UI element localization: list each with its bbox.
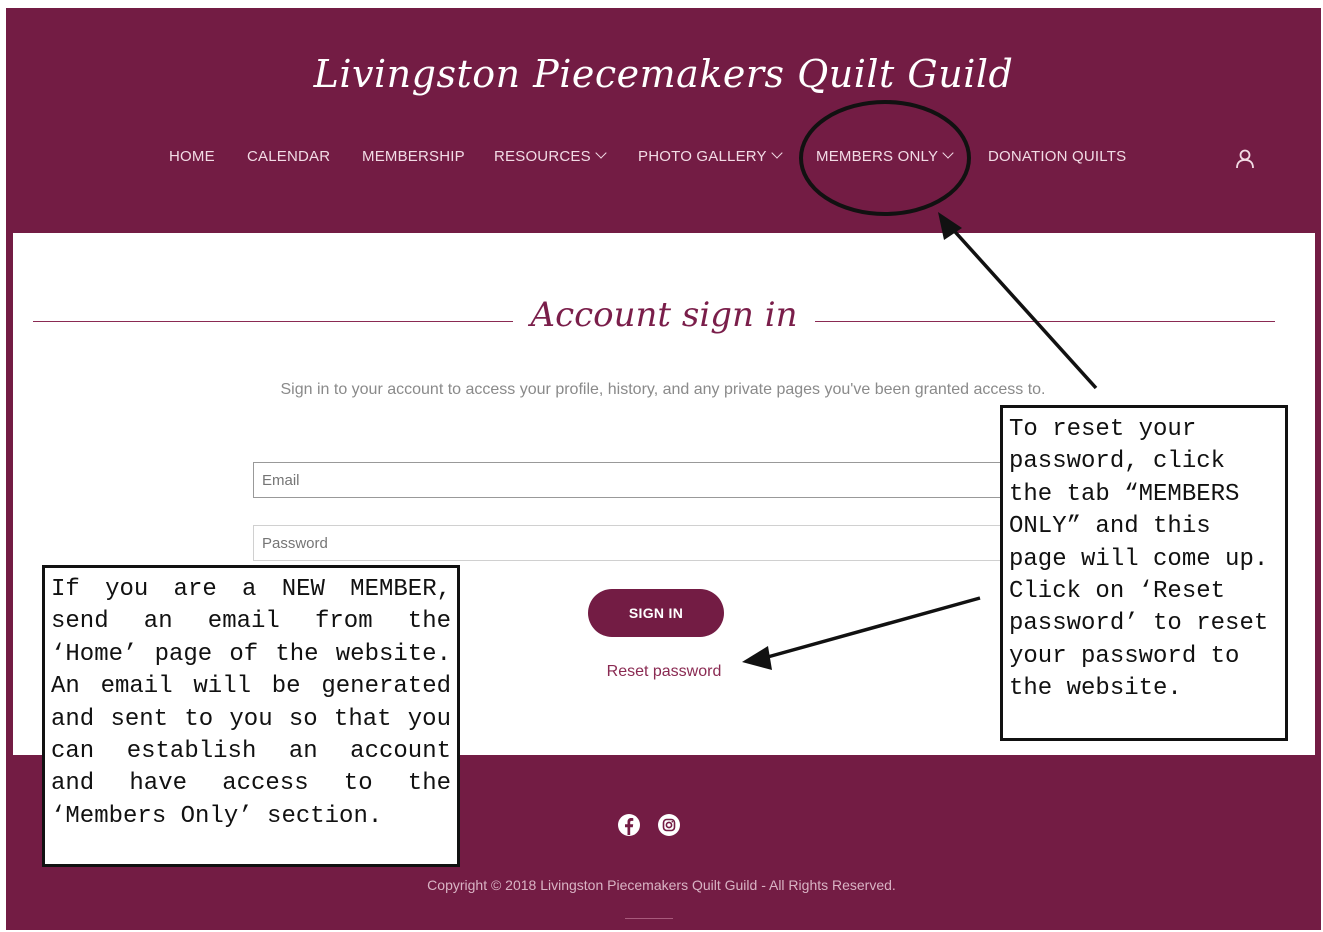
chevron-down-icon <box>771 147 783 159</box>
signin-intro: Sign in to your account to access your p… <box>280 381 1046 398</box>
sign-in-button[interactable]: SIGN IN <box>588 589 724 637</box>
nav-item-calendar[interactable]: CALENDAR <box>247 148 330 165</box>
page-title-text: Account sign in <box>512 295 816 335</box>
nav-label: MEMBERSHIP <box>362 148 465 165</box>
nav-item-membership[interactable]: MEMBERSHIP <box>362 148 465 165</box>
site-logo[interactable]: Livingston Piecemakers Quilt Guild <box>6 52 1321 96</box>
site-header: Livingston Piecemakers Quilt Guild HOME … <box>6 8 1321 233</box>
copyright-text: Copyright © 2018 Livingston Piecemakers … <box>427 877 896 893</box>
nav-label: PHOTO GALLERY <box>638 148 767 165</box>
password-field[interactable] <box>253 525 1013 561</box>
reset-password-label[interactable]: Reset password <box>607 663 722 680</box>
facebook-icon[interactable] <box>617 813 641 837</box>
nav-item-photo-gallery[interactable]: PHOTO GALLERY <box>638 147 783 165</box>
email-field[interactable] <box>253 462 1013 498</box>
nav-label: MEMBERS ONLY <box>816 148 939 165</box>
nav-item-home[interactable]: HOME <box>169 148 215 165</box>
nav-item-members-only[interactable]: MEMBERS ONLY <box>816 147 954 165</box>
reset-password-note: To reset your password, click the tab “M… <box>1000 405 1288 741</box>
nav-item-resources[interactable]: RESOURCES <box>494 147 607 165</box>
user-icon[interactable] <box>1234 148 1256 170</box>
nav-label: DONATION QUILTS <box>988 148 1127 165</box>
chevron-down-icon <box>942 147 954 159</box>
new-member-note: If you are a NEW MEMBER, send an email f… <box>42 565 460 867</box>
footer-divider <box>625 918 673 919</box>
main-nav: HOME CALENDAR MEMBERSHIP RESOURCES PHOTO… <box>6 147 1321 170</box>
nav-item-donation-quilts[interactable]: DONATION QUILTS <box>988 148 1126 165</box>
nav-label: RESOURCES <box>494 148 591 165</box>
nav-label: CALENDAR <box>247 148 331 165</box>
page-title: Account sign in <box>13 295 1315 335</box>
instagram-icon[interactable] <box>657 813 681 837</box>
nav-label: HOME <box>169 148 215 165</box>
chevron-down-icon <box>595 147 607 159</box>
